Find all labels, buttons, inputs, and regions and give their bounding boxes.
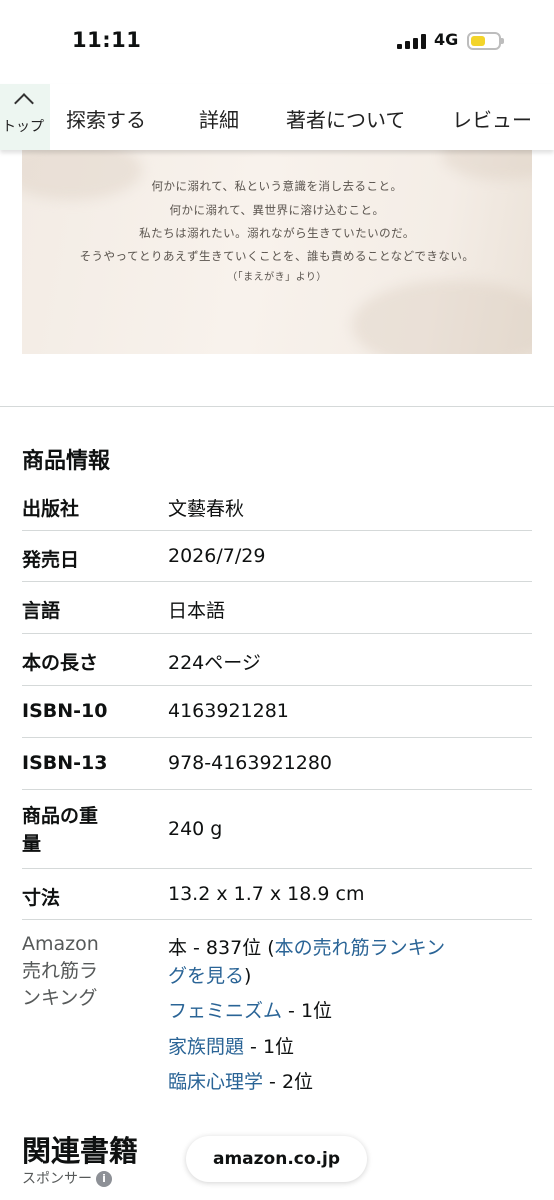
table-row: 言語 日本語 [22,582,532,634]
ranking-label-line: Amazon [22,933,99,955]
row-value: 文藝春秋 [168,498,245,520]
table-row: 寸法 13.2 x 1.7 x 18.9 cm [22,869,532,920]
isbn10-link[interactable]: 4163921281 [168,700,289,722]
ranking-label-line: ンキング [22,987,98,1009]
row-key: 言語 [22,600,61,622]
row-key: 出版社 [22,498,80,520]
battery-icon [467,32,504,50]
url-bar[interactable]: amazon.co.jp [186,1136,367,1182]
bestseller-ranking-link[interactable]: グを見る [168,965,244,987]
signal-icon [397,33,427,49]
row-value: 224ページ [168,652,261,674]
excerpt-line: 何かに溺れて、私という意識を消し去ること。 [151,179,403,193]
category-rank: フェミニズム - 1位 [168,996,332,1023]
sponsored-text: スポンサー [22,1171,92,1187]
row-key: 本の長さ [22,652,99,674]
table-row: ISBN-13 978-4163921280 [22,738,532,790]
category-rank: 家族問題 - 1位 [168,1032,294,1059]
category-rank-value: - 1位 [282,1000,333,1022]
excerpt-source: （「まえがき」より） [227,272,327,283]
tab-explore[interactable]: 探索する [66,104,146,133]
row-value: 240 g [168,818,223,840]
ranking-label: Amazon 売れ筋ラ ンキング [22,931,142,1012]
chevron-up-icon [14,93,34,113]
clock: 11:11 [72,28,142,52]
related-books-title: 関連書籍 [22,1134,139,1168]
tab-details[interactable]: 詳細 [199,104,239,133]
row-key: ISBN-10 [22,700,108,722]
section-divider [0,406,554,407]
row-value: 2026/7/29 [168,545,266,567]
excerpt-line: 何かに溺れて、異世界に溶け込むこと。 [169,203,385,217]
row-value: 13.2 x 1.7 x 18.9 cm [168,883,365,905]
tab-reviews[interactable]: レビュー [452,104,532,133]
sponsored-label: スポンサー i [22,1168,112,1188]
overall-rank-text: 本 - 837位 ( [168,937,275,959]
row-key: 商品の重 量 [22,802,98,858]
row-key-line: 量 [22,833,42,855]
row-value: 978-4163921280 [168,752,333,774]
overall-rank-continued: グを見る) [168,961,251,988]
status-bar: 11:11 4G [0,0,554,84]
category-rank-value: - 2位 [263,1071,314,1093]
category-link-clinical-psychology[interactable]: 臨床心理学 [168,1071,263,1093]
product-info-title: 商品情報 [22,449,111,474]
ranking-label-line: 売れ筋ラ [22,960,99,982]
tab-about-author[interactable]: 著者について [286,104,405,133]
network-type: 4G [434,30,459,49]
table-row: 本の長さ 224ページ [22,634,532,686]
bestseller-ranking-link[interactable]: 本の売れ筋ランキン [275,937,445,959]
category-rank: 臨床心理学 - 2位 [168,1067,313,1094]
excerpt-line: そうやってとりあえず生きていくことを、誰も責めることなどできない。 [79,249,475,263]
book-excerpt-banner: 何かに溺れて、私という意識を消し去ること。 何かに溺れて、異世界に溶け込むこと。… [22,150,532,354]
row-key: 発売日 [22,549,80,571]
table-row: 出版社 文藝春秋 [22,480,532,531]
back-to-top-label: トップ [2,119,44,135]
excerpt-line: 私たちは溺れたい。溺れながら生きていたいのだ。 [139,226,415,240]
overall-rank-suffix: ) [244,965,252,987]
category-rank-value: - 1位 [244,1036,295,1058]
section-nav: トップ 探索する 詳細 著者について レビュー [0,84,554,150]
row-key-line: 商品の重 [22,805,99,827]
table-row: ISBN-10 4163921281 [22,686,532,738]
category-link-feminism[interactable]: フェミニズム [168,1000,282,1022]
overall-rank: 本 - 837位 (本の売れ筋ランキン [168,933,445,960]
table-row: 商品の重 量 240 g [22,790,532,869]
row-key: ISBN-13 [22,752,108,774]
table-row: 発売日 2026/7/29 [22,531,532,582]
row-key: 寸法 [22,887,61,909]
category-link-family[interactable]: 家族問題 [168,1036,244,1058]
back-to-top-button[interactable]: トップ [0,84,50,150]
info-icon[interactable]: i [96,1171,112,1187]
row-value: 日本語 [168,600,226,622]
